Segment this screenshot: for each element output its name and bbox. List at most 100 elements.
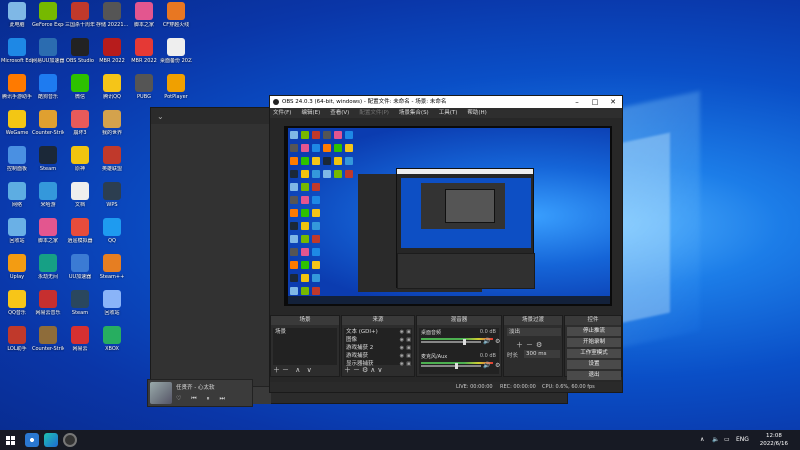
desktop-icon[interactable]: WPS [96,182,128,220]
desktop-icon[interactable]: 酷狗音乐 [32,74,64,112]
menu-item[interactable]: 配置文件(P) [359,108,389,118]
desktop-icon[interactable]: 网易UU加速器 [32,38,64,76]
control-button[interactable]: 工作室模式 [567,349,621,358]
chevron-down-icon[interactable]: ⌄ [157,112,164,121]
sources-dock-toolbar[interactable]: ＋－⚙∧∨ [344,365,385,375]
desktop-icon[interactable]: 脚本之家 [32,218,64,256]
duration-input[interactable]: 300 ms [524,350,560,358]
lock-icon[interactable]: ▣ [406,344,411,352]
speaker-icon[interactable]: 🔊 [483,338,490,345]
desktop-icon[interactable]: 三国杀十周年 [64,2,96,40]
desktop-icon[interactable]: QQ音乐 [1,290,33,328]
now-playing-widget[interactable]: 任贤齐 - 心太软 ♡ ⏮ ⏸ ⏭ [147,379,253,407]
desktop-icon[interactable]: 回收站 [96,290,128,328]
eye-icon[interactable]: ◉ [400,328,404,336]
source-item[interactable]: 文本 (GDI+) ◉ ▣ [344,328,412,336]
desktop-icon[interactable]: 网络 [1,182,33,220]
desktop-icon[interactable]: QQ [96,218,128,256]
desktop-icon[interactable]: 原神 [64,146,96,184]
desktop-icon[interactable]: 逍遥模拟器 [64,218,96,256]
control-button[interactable]: 停止推流 [567,327,621,336]
desktop-icon[interactable]: 腾讯QQ [96,74,128,112]
desktop-icon[interactable]: 网易云 [64,326,96,364]
source-item[interactable]: 图像 ◉ ▣ [344,336,412,344]
menu-item[interactable]: 文件(F) [273,108,291,118]
volume-icon[interactable]: 🔈 [712,430,719,450]
desktop-icon[interactable]: Steam [64,290,96,328]
lock-icon[interactable]: ▣ [406,336,411,344]
eye-icon[interactable]: ◉ [400,344,404,352]
desktop-icon[interactable]: 控制面板 [1,146,33,184]
gear-icon[interactable]: ⚙ [495,362,500,369]
scenes-dock-toolbar[interactable]: ＋－ ∧ ∨ [273,365,314,375]
desktop-icon[interactable]: 崩坏3 [64,110,96,148]
language-indicator[interactable]: ENG [736,430,749,450]
desktop-icon[interactable]: WeGame [1,110,33,148]
transition-toolbar[interactable]: ＋－⚙ [516,340,545,350]
desktop-icon[interactable]: 文档 [64,182,96,220]
sources-list[interactable]: 文本 (GDI+) ◉ ▣ 图像 ◉ ▣ 游戏捕获 2 ◉ ▣ 游戏捕获 ◉ ▣ 显示器捕获 ◉ ▣ [344,328,412,368]
desktop-icon[interactable]: Steam++ [96,254,128,292]
desktop-icon[interactable]: OBS Studio [64,38,96,76]
control-button[interactable]: 开始录制 [567,338,621,347]
desktop-icon[interactable]: 微信 [64,74,96,112]
maximize-button[interactable]: □ [586,96,604,108]
source-item[interactable]: 游戏捕获 ◉ ▣ [344,352,412,360]
desktop-icon[interactable]: 英雄联盟 [96,146,128,184]
minimize-button[interactable]: – [568,96,586,108]
desktop-icon[interactable]: 米哈游 [32,182,64,220]
desktop-icon[interactable]: CF穿越火线 [160,2,192,40]
search-icon[interactable] [25,433,39,447]
slider-knob[interactable] [462,339,466,345]
desktop-icon[interactable]: Uplay [1,254,33,292]
desktop-icon[interactable]: MBR 2022 [128,38,160,76]
obs-titlebar[interactable]: OBS 24.0.3 (64-bit, windows) - 配置文件: 未命名… [270,96,622,108]
desktop-icon[interactable]: Steam [32,146,64,184]
clock[interactable]: 12:08 2022/6/16 [760,432,788,448]
transition-type-select[interactable]: 淡出 [507,328,561,336]
obs-taskbar-icon[interactable] [63,433,77,447]
desktop-icon[interactable]: Counter-Strike [32,110,64,148]
desktop-icon[interactable]: 回收站 [1,218,33,256]
control-button[interactable]: 设置 [567,360,621,369]
volume-slider[interactable] [421,339,481,345]
menu-item[interactable]: 查看(V) [330,108,349,118]
tray-chevron-icon[interactable]: ∧ [700,430,704,450]
gear-icon[interactable]: ⚙ [495,338,500,345]
desktop-icon[interactable]: XBOX [96,326,128,364]
scene-item[interactable]: 场景 [273,328,337,336]
desktop-icon[interactable]: 此电脑 [1,2,33,40]
scenes-list[interactable]: 场景 [273,328,337,365]
eye-icon[interactable]: ◉ [400,360,404,368]
network-icon[interactable]: ▭ [724,430,730,450]
menu-item[interactable]: 帮助(H) [467,108,486,118]
source-item[interactable]: 游戏捕获 2 ◉ ▣ [344,344,412,352]
eye-icon[interactable]: ◉ [400,352,404,360]
obs-preview[interactable] [284,126,612,306]
desktop-icon[interactable]: 脚本之家 [128,2,160,40]
close-button[interactable]: ✕ [604,96,622,108]
desktop-icon[interactable]: 存储 20221... [96,2,128,40]
desktop-icon[interactable]: GeForce Experience [32,2,64,40]
desktop-icon[interactable]: Counter-Strike [32,326,64,364]
control-button[interactable]: 退出 [567,371,621,380]
obs-window[interactable]: OBS 24.0.3 (64-bit, windows) - 配置文件: 未命名… [269,95,623,393]
desktop-icon[interactable]: 网易云音乐 [32,290,64,328]
desktop-icon[interactable]: 桌面备份 2022.06... [160,38,192,76]
desktop-icon[interactable]: MBR 2022 [96,38,128,76]
desktop-icon[interactable]: 腾讯手游助手 [1,74,33,112]
lock-icon[interactable]: ▣ [406,360,411,368]
playback-controls[interactable]: ♡ ⏮ ⏸ ⏭ [176,395,229,403]
volume-slider[interactable] [421,363,481,369]
menu-item[interactable]: 场景集合(S) [399,108,429,118]
start-button[interactable] [0,430,20,450]
desktop-icon[interactable]: LOL助手 [1,326,33,364]
lock-icon[interactable]: ▣ [406,328,411,336]
desktop-icon[interactable]: 我的世界 [96,110,128,148]
menu-item[interactable]: 编辑(E) [301,108,320,118]
desktop-icon[interactable]: Microsoft Edge [1,38,33,76]
slider-knob[interactable] [454,363,458,369]
menu-item[interactable]: 工具(T) [439,108,458,118]
speaker-icon[interactable]: 🔊 [483,362,490,369]
eye-icon[interactable]: ◉ [400,336,404,344]
